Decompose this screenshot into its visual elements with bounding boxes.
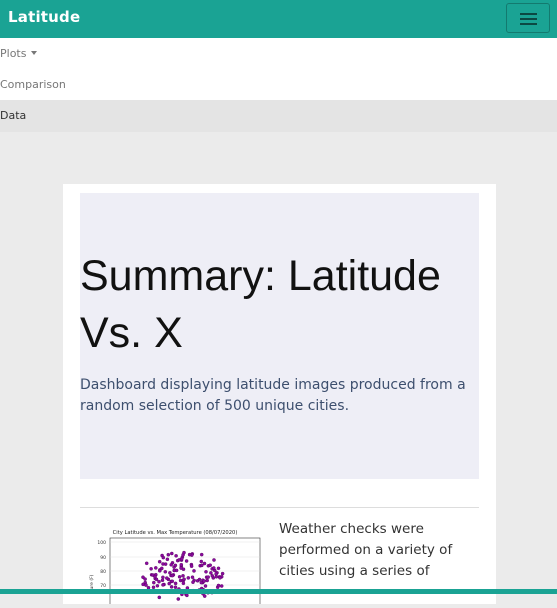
scatter-point (173, 563, 178, 568)
scatter-point (157, 559, 162, 564)
page-title-line-2: Vs. X (80, 309, 183, 357)
scatter-point (174, 554, 178, 558)
scatter-point (166, 552, 171, 557)
scatter-point (209, 571, 213, 575)
scatter-point (210, 574, 215, 578)
scatter-point (157, 595, 162, 600)
scatter-point (218, 576, 222, 580)
scatter-point (202, 594, 207, 598)
description-text: Weather checks were performed on a varie… (279, 521, 453, 579)
scatter-point (155, 584, 160, 588)
scatter-point (163, 570, 168, 574)
thumbnail-ytick: 80 (100, 569, 106, 575)
scatter-point (191, 580, 195, 584)
scatter-point (199, 559, 204, 564)
scatter-point (144, 583, 148, 587)
scatter-point (179, 562, 184, 567)
scatter-point (165, 576, 169, 580)
nav-item-data[interactable]: Data (0, 100, 557, 132)
scatter-point (170, 551, 174, 556)
scatter-point (206, 575, 210, 579)
scatter-point (157, 579, 161, 584)
scatter-point (161, 555, 166, 560)
scatter-point (169, 563, 173, 567)
scatter-point (177, 558, 182, 562)
navbar-toggler-button[interactable] (506, 3, 550, 33)
scatter-point (203, 584, 208, 588)
scatter-point (205, 578, 209, 583)
collapsed-nav-menu: Plots Comparison Data (0, 38, 557, 132)
scatter-point (181, 567, 186, 571)
hamburger-icon (520, 13, 537, 15)
scatter-point (187, 552, 192, 557)
nav-item-comparison-label: Comparison (0, 78, 66, 91)
scatter-point (185, 593, 189, 598)
scatter-point (216, 566, 221, 571)
scatter-point (220, 571, 225, 576)
divider (80, 507, 479, 508)
scatter-point (141, 582, 145, 587)
scatter-point (208, 563, 212, 567)
scatter-point (143, 577, 147, 581)
lead-text: Dashboard displaying latitude images pro… (80, 377, 466, 414)
scatter-point (177, 575, 182, 579)
scatter-point (212, 566, 216, 570)
scatter-point (170, 573, 175, 578)
scatter-point (182, 550, 186, 555)
scatter-point (219, 584, 224, 588)
scatter-point (197, 577, 202, 582)
brand-link[interactable]: Latitude (8, 8, 80, 26)
nav-item-comparison[interactable]: Comparison (0, 69, 557, 100)
scatter-point (173, 581, 178, 586)
scatter-point (200, 563, 204, 568)
hamburger-icon-bar (520, 18, 537, 20)
nav-item-plots-label: Plots (0, 47, 27, 60)
scatter-point (184, 559, 189, 563)
scatter-point (154, 566, 158, 570)
scatter-point (176, 597, 181, 601)
caret-down-icon (31, 51, 38, 55)
scatter-point (165, 557, 170, 562)
scatter-point (170, 579, 175, 584)
scatter-point (204, 570, 208, 574)
page-title-line-1: Summary: Latitude (80, 252, 441, 300)
scatter-point (182, 577, 186, 581)
scatter-point (172, 568, 176, 573)
scatter-point (160, 578, 165, 583)
scatter-point (189, 564, 194, 568)
thumbnail-ytick: 100 (97, 540, 106, 546)
scatter-point (186, 576, 191, 580)
scatter-point (199, 580, 204, 585)
scatter-point (163, 562, 168, 566)
navbar: Latitude (0, 0, 557, 38)
scatter-point (153, 574, 157, 579)
scatter-point (190, 575, 195, 579)
scatter-point (181, 581, 186, 586)
scatter-point (167, 581, 171, 586)
scatter-point (181, 574, 185, 578)
bottom-bar (0, 589, 557, 594)
scatter-point (168, 571, 172, 575)
scatter-point (149, 567, 153, 571)
content-card: Summary: Latitude Vs. X Dashboard displa… (63, 184, 496, 608)
scatter-point (192, 569, 196, 573)
scatter-point (216, 583, 221, 588)
nav-item-plots[interactable]: Plots (0, 38, 557, 69)
scatter-point (161, 575, 165, 580)
scatter-point (144, 561, 149, 566)
page-title: Summary: Latitude Vs. X (80, 248, 479, 362)
scatter-point (212, 558, 216, 562)
scatter-point (214, 572, 218, 576)
hamburger-icon-bar (520, 23, 537, 25)
thumbnail-ytick: 90 (100, 555, 106, 561)
scatter-point (161, 583, 165, 587)
scatter-point (202, 561, 207, 566)
scatter-point (158, 569, 162, 573)
scatter-point (152, 580, 156, 585)
jumbotron: Summary: Latitude Vs. X Dashboard displa… (80, 193, 479, 479)
thumbnail-title: City Latitude vs. Max Temperature (08/07… (113, 530, 238, 536)
scatter-point (199, 552, 204, 557)
nav-item-data-label: Data (0, 109, 27, 122)
